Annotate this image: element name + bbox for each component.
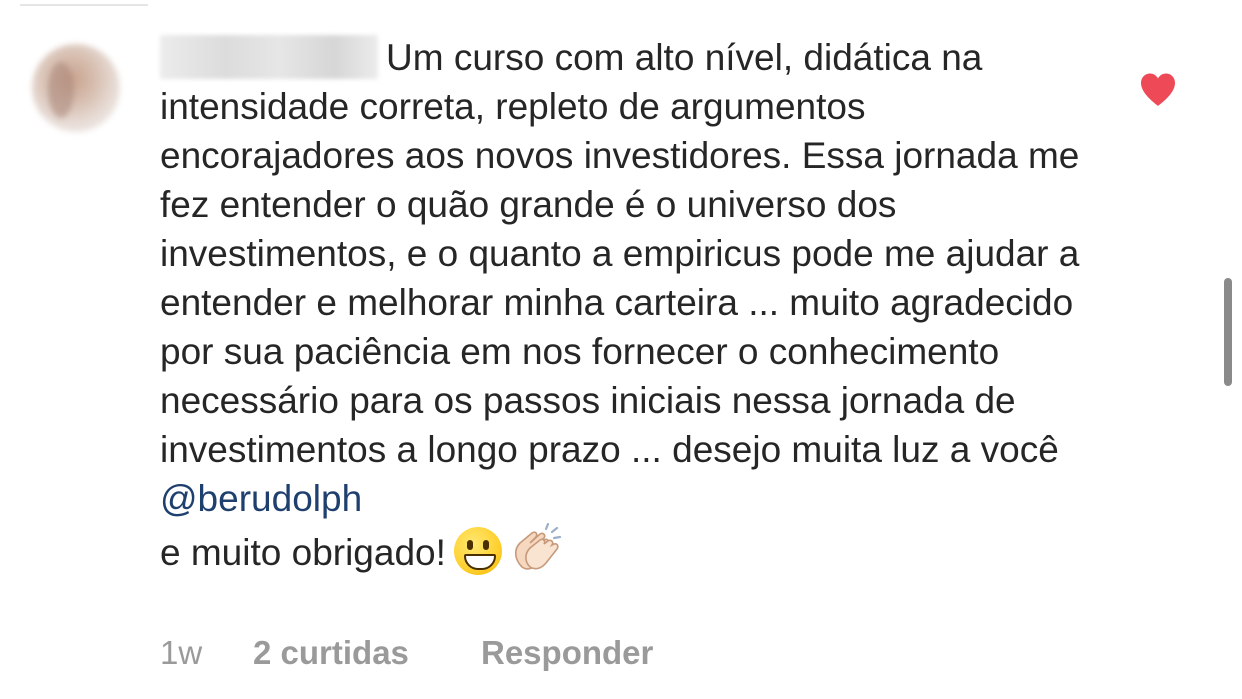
- heart-icon[interactable]: [1139, 72, 1177, 108]
- top-divider: [20, 4, 148, 6]
- clapping-hands-icon: [514, 523, 562, 570]
- reply-button[interactable]: Responder: [481, 634, 653, 672]
- mention-link[interactable]: @berudolph: [160, 478, 362, 519]
- comment-screen: Um curso com alto nível, didática na int…: [0, 0, 1242, 699]
- grinning-face-icon: [453, 527, 502, 575]
- username-redacted[interactable]: [160, 35, 378, 79]
- scrollbar[interactable]: [1224, 278, 1232, 386]
- avatar[interactable]: [32, 44, 120, 132]
- comment-text: Um curso com alto nível, didática na int…: [160, 37, 1090, 470]
- comment-timestamp: 1w: [160, 634, 203, 671]
- comment-body: Um curso com alto nível, didática na int…: [160, 33, 1110, 577]
- likes-count-link[interactable]: 2 curtidas: [253, 634, 409, 672]
- comment-closing: e muito obrigado!: [160, 532, 446, 573]
